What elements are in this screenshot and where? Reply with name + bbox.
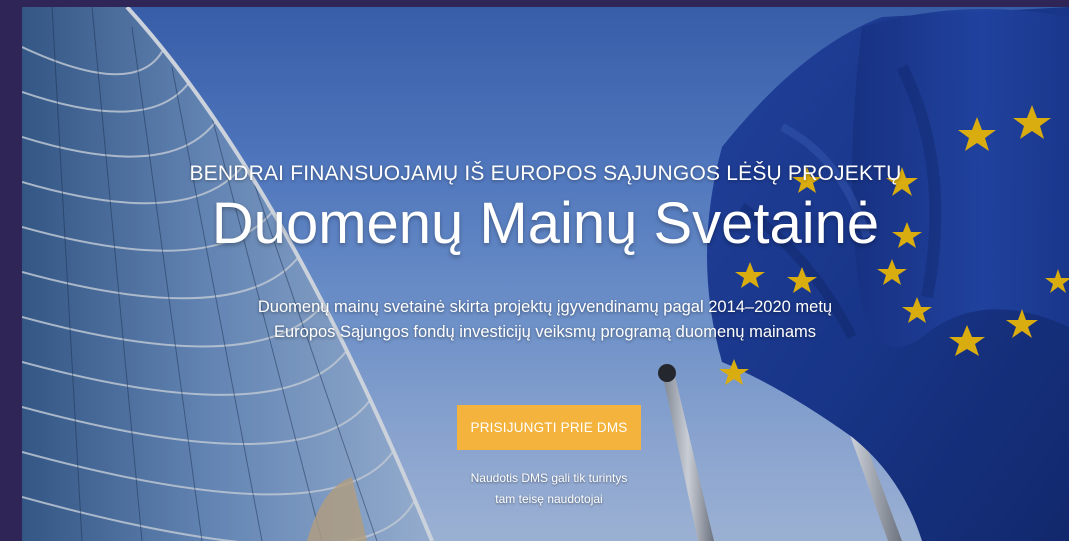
hero-section: BENDRAI FINANSUOJAMŲ IŠ EUROPOS SĄJUNGOS… [22,7,1069,541]
page-frame: BENDRAI FINANSUOJAMŲ IŠ EUROPOS SĄJUNGOS… [0,0,1069,541]
login-dms-button[interactable]: PRISIJUNGTI PRIE DMS [457,405,641,450]
hero-kicker: BENDRAI FINANSUOJAMŲ IŠ EUROPOS SĄJUNGOS… [189,162,902,185]
page-title: Duomenų Mainų Svetainė [211,191,880,256]
access-note: Naudotis DMS gali tik turintys tam teisę… [399,468,699,510]
hero-content: BENDRAI FINANSUOJAMŲ IŠ EUROPOS SĄJUNGOS… [22,7,1069,541]
hero-description: Duomenų mainų svetainė skirta projektų į… [257,298,833,341]
access-note-line2: tam teisę naudotojai [495,492,603,506]
access-note-line1: Naudotis DMS gali tik turintys [470,471,628,485]
